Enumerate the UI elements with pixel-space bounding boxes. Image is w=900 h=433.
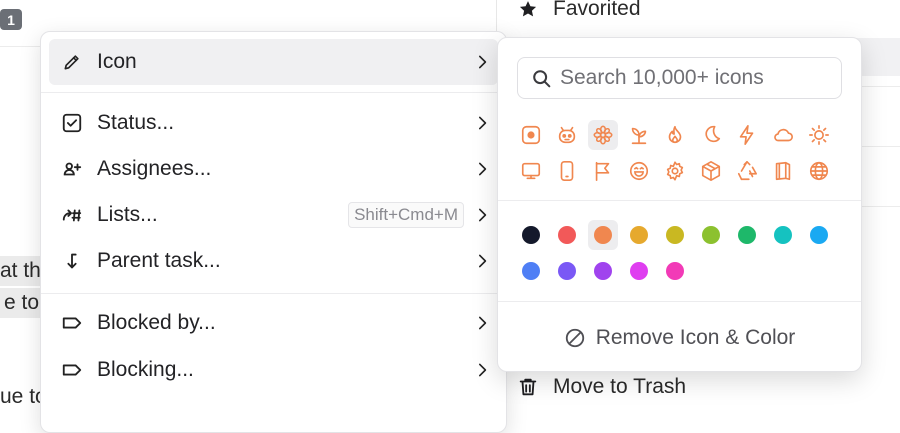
- color-swatch[interactable]: [804, 220, 834, 250]
- color-dot: [522, 226, 540, 244]
- color-swatch[interactable]: [552, 256, 582, 286]
- menu-item-status[interactable]: Status...: [49, 100, 498, 146]
- task-text-fragment: e to: [0, 288, 44, 318]
- color-dot: [630, 262, 648, 280]
- picker-divider: [498, 200, 861, 201]
- favorited-label: Favorited: [553, 0, 641, 20]
- pencil-icon: [61, 51, 83, 73]
- phone-icon[interactable]: [552, 156, 582, 186]
- color-dot: [810, 226, 828, 244]
- search-icon: [533, 70, 551, 88]
- chevron-right-icon: [476, 360, 490, 380]
- icon-picker-popover: Remove Icon & Color: [497, 37, 862, 372]
- color-dot: [558, 262, 576, 280]
- menu-item-label: Status...: [97, 111, 175, 134]
- color-dot: [522, 262, 540, 280]
- target-icon[interactable]: [516, 120, 546, 150]
- parent-arrow-icon: [61, 250, 83, 272]
- checkbox-icon: [61, 112, 83, 134]
- star-icon: [517, 0, 539, 20]
- tag-icon: [61, 312, 83, 334]
- color-dot: [666, 262, 684, 280]
- menu-item-label: Icon: [97, 50, 137, 73]
- menu-item-icon[interactable]: Icon: [49, 39, 498, 85]
- color-dot: [594, 262, 612, 280]
- chevron-right-icon: [476, 205, 490, 225]
- menu-item-label: Lists...: [97, 203, 158, 226]
- menu-item-label: Blocked by...: [97, 311, 216, 334]
- moon-icon[interactable]: [696, 120, 726, 150]
- color-swatch[interactable]: [660, 220, 690, 250]
- task-context-menu: Icon Status... Assignees... Lists... Shi…: [40, 31, 507, 433]
- prohibited-icon: [565, 328, 584, 348]
- color-dot: [702, 226, 720, 244]
- menu-divider: [41, 92, 506, 93]
- remove-label: Remove Icon & Color: [595, 326, 796, 349]
- color-dot: [738, 226, 756, 244]
- color-swatch[interactable]: [624, 220, 654, 250]
- grin-face-icon[interactable]: [624, 156, 654, 186]
- flower-icon[interactable]: [588, 120, 618, 150]
- globe-icon[interactable]: [804, 156, 834, 186]
- sprout-icon[interactable]: [624, 120, 654, 150]
- color-swatch[interactable]: [516, 256, 546, 286]
- color-swatch[interactable]: [624, 256, 654, 286]
- monitor-icon[interactable]: [516, 156, 546, 186]
- color-swatch[interactable]: [660, 256, 690, 286]
- color-swatch[interactable]: [588, 256, 618, 286]
- chevron-right-icon: [476, 251, 490, 271]
- tag-icon: [61, 359, 83, 381]
- sun-icon[interactable]: [804, 120, 834, 150]
- chevron-right-icon: [476, 159, 490, 179]
- assignee-icon: [61, 158, 83, 180]
- move-to-trash-item[interactable]: Move to Trash: [517, 375, 686, 399]
- menu-item-blocked-by[interactable]: Blocked by...: [49, 300, 498, 346]
- color-dot: [630, 226, 648, 244]
- book-icon[interactable]: [768, 156, 798, 186]
- menu-divider: [41, 293, 506, 294]
- menu-item-label: Blocking...: [97, 358, 194, 381]
- color-swatch[interactable]: [696, 220, 726, 250]
- trash-icon: [517, 376, 539, 398]
- keyboard-shortcut: Shift+Cmd+M: [348, 202, 464, 228]
- lists-icon: [61, 204, 83, 226]
- color-dot: [666, 226, 684, 244]
- color-swatch[interactable]: [732, 220, 762, 250]
- task-text-fragment: at th: [0, 256, 45, 286]
- chevron-right-icon: [476, 52, 490, 72]
- icon-search-input[interactable]: [560, 64, 830, 92]
- menu-item-label: Assignees...: [97, 157, 212, 180]
- picker-divider: [498, 301, 861, 302]
- move-to-trash-label: Move to Trash: [553, 375, 687, 398]
- color-swatch[interactable]: [552, 220, 582, 250]
- robot-icon[interactable]: [552, 120, 582, 150]
- cloud-icon[interactable]: [768, 120, 798, 150]
- menu-item-parent-task[interactable]: Parent task...: [49, 238, 498, 284]
- recycle-icon[interactable]: [732, 156, 762, 186]
- menu-item-blocking[interactable]: Blocking...: [49, 347, 498, 393]
- color-swatch[interactable]: [588, 220, 618, 250]
- color-swatch[interactable]: [768, 220, 798, 250]
- menu-item-assignees[interactable]: Assignees...: [49, 146, 498, 192]
- icon-search-box[interactable]: [517, 57, 842, 99]
- lightning-icon[interactable]: [732, 120, 762, 150]
- color-dot: [558, 226, 576, 244]
- chevron-right-icon: [476, 113, 490, 133]
- color-dot: [774, 226, 792, 244]
- favorited-item[interactable]: Favorited: [517, 0, 641, 21]
- flame-icon[interactable]: [660, 120, 690, 150]
- gear-icon[interactable]: [660, 156, 690, 186]
- color-dot: [594, 226, 612, 244]
- menu-item-label: Parent task...: [97, 249, 221, 272]
- box-icon[interactable]: [696, 156, 726, 186]
- menu-item-lists[interactable]: Lists... Shift+Cmd+M: [49, 192, 498, 238]
- count-badge: 1: [0, 9, 22, 30]
- color-swatch[interactable]: [516, 220, 546, 250]
- flag-icon[interactable]: [588, 156, 618, 186]
- chevron-right-icon: [476, 313, 490, 333]
- remove-icon-color-button[interactable]: Remove Icon & Color: [498, 318, 861, 358]
